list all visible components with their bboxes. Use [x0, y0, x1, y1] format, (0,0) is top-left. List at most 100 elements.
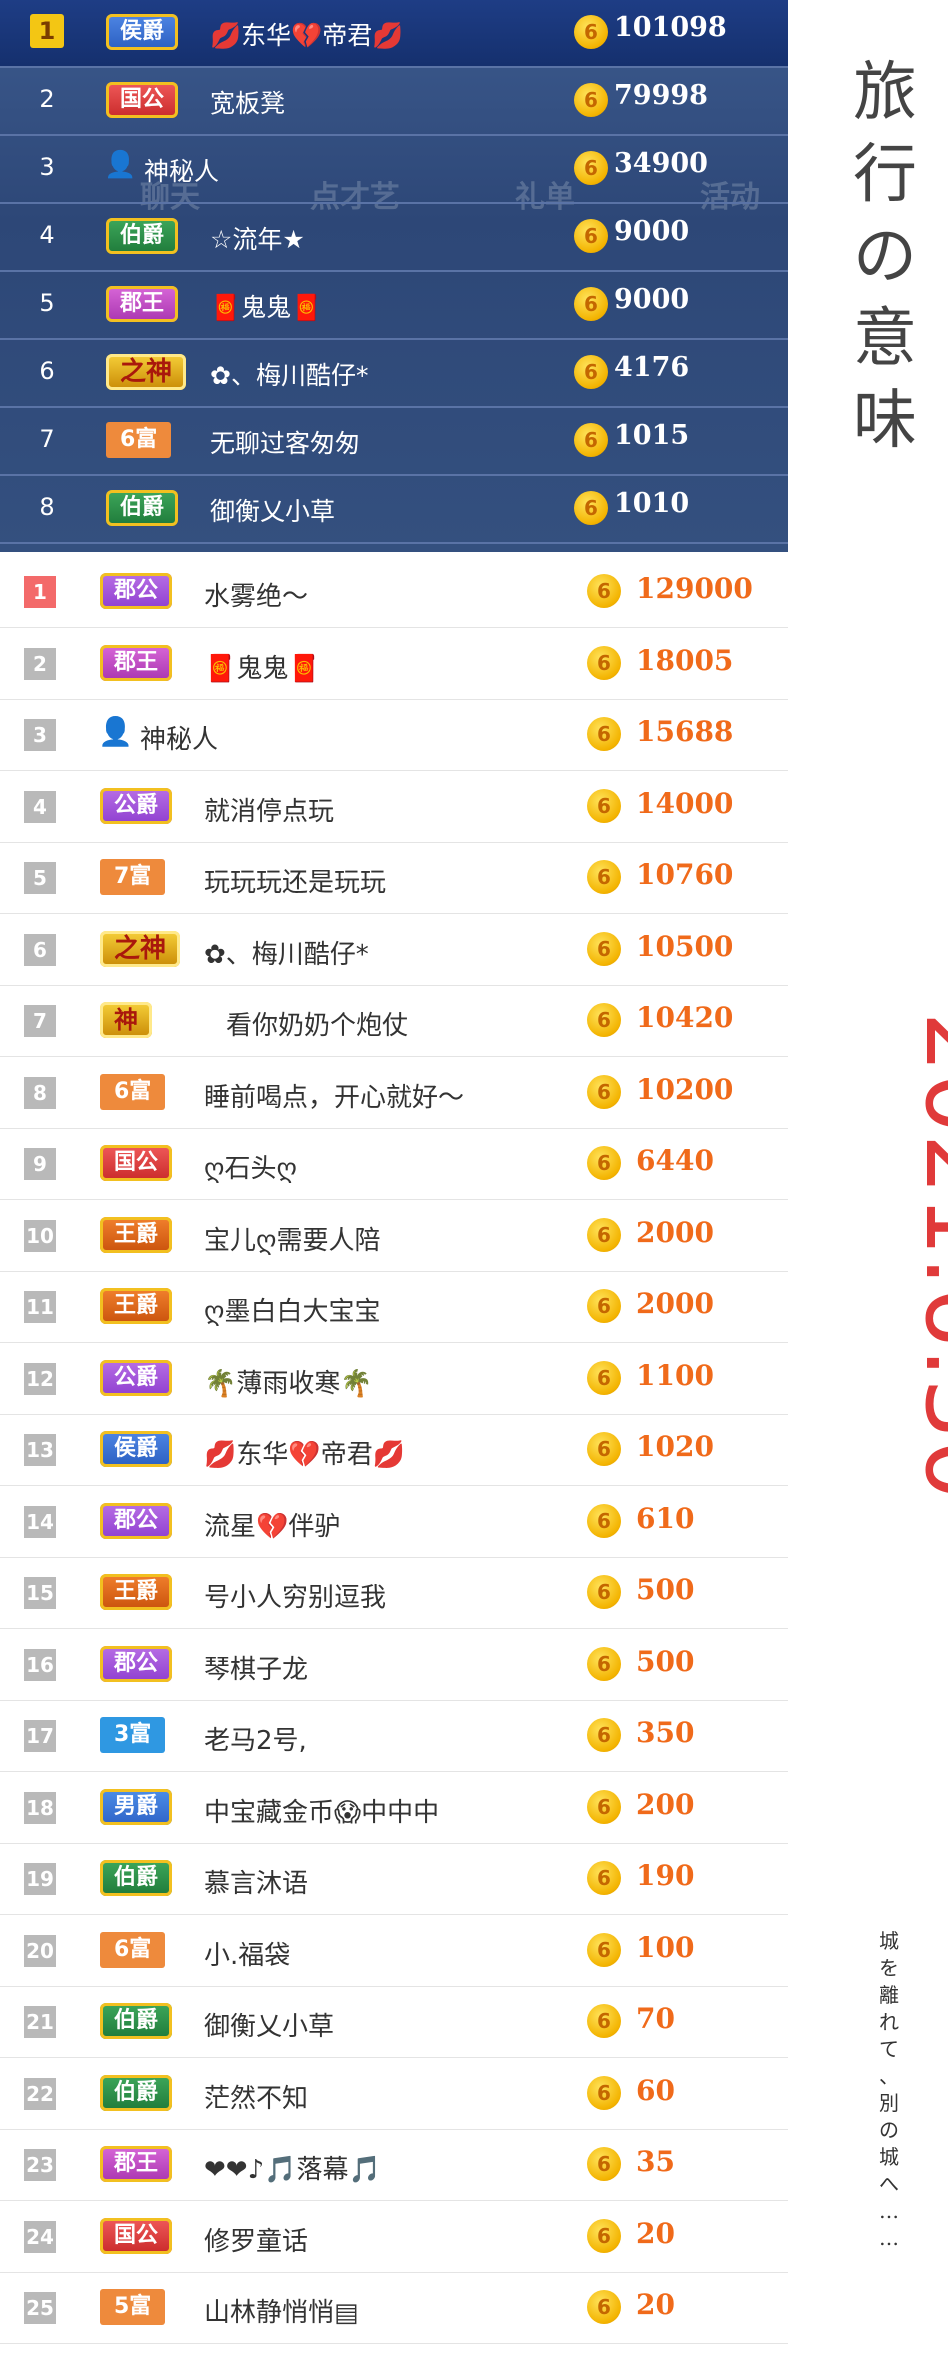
list-row[interactable]: 12 公爵 🌴薄雨收寒🌴 6 1100: [0, 1343, 788, 1415]
user-name: 宽板凳: [210, 89, 286, 118]
rank-badge: 7富: [100, 859, 166, 895]
user-name: 琴棋子龙: [204, 1654, 309, 1685]
rank-badge: 伯爵: [100, 1860, 173, 1896]
score-value: 9000: [614, 216, 690, 247]
list-row[interactable]: 16 郡公 琴棋子龙 6 500: [0, 1629, 788, 1701]
rank-number: 14: [24, 1505, 56, 1538]
coin-icon: 6: [587, 2290, 621, 2324]
user-name: 号小人穷别逗我: [204, 1583, 387, 1613]
score-value: 10200: [636, 1072, 734, 1106]
user-name: ☆流年★: [210, 225, 305, 254]
coin-icon: 6: [587, 1575, 621, 1609]
list-row[interactable]: 3 👤 神秘人 6 15688: [0, 699, 788, 771]
top-row[interactable]: 1 侯爵 💋东华💔帝君💋 6 101098: [0, 0, 788, 68]
rank-badge: 6富: [100, 1931, 166, 1968]
coin-icon: 6: [587, 1074, 621, 1109]
top-row[interactable]: 6 之神 ✿、梅川酷仔* 6 4176: [0, 340, 788, 408]
user-name: 玩玩玩还是玩玩: [204, 868, 387, 898]
list-row[interactable]: 9 国公 ღ石头ღ 6 6440: [0, 1128, 788, 1200]
list-row[interactable]: 7 神 看你奶奶个炮仗 6 10420: [0, 985, 788, 1057]
top-row[interactable]: 5 郡王 🧧鬼鬼🧧 6 9000: [0, 272, 788, 340]
rank-badge: 公爵: [100, 1359, 173, 1396]
coin-icon: 6: [587, 1003, 621, 1037]
top-row[interactable]: 8 伯爵 御衡乂小草 6 1010: [0, 476, 788, 544]
list-row[interactable]: 6 之神 ✿、梅川酷仔* 6 10500: [0, 914, 788, 986]
list-row[interactable]: 8 6富 睡前喝点，开心就好～ 6 10200: [0, 1057, 788, 1129]
coin-icon: 6: [587, 1289, 621, 1323]
list-row[interactable]: 14 郡公 流星💔伴驴 6 610: [0, 1486, 788, 1558]
rank-badge: 之神: [106, 354, 187, 390]
score-value: 35: [636, 2145, 675, 2178]
list-row[interactable]: 20 6富 小.福袋 6 100: [0, 1915, 788, 1987]
list-row[interactable]: 23 郡王 ❤❤♪🎵落幕🎵 6 35: [0, 2129, 788, 2201]
list-row[interactable]: 24 国公 修罗童话 6 20: [0, 2201, 788, 2273]
list-row[interactable]: 13 侯爵 💋东华💔帝君💋 6 1020: [0, 1414, 788, 1486]
score-value: 1010: [614, 488, 690, 519]
list-row[interactable]: 17 3富 老马2号, 6 350: [0, 1700, 788, 1772]
rank-badge: 国公: [100, 1145, 173, 1181]
rank-badge: 伯爵: [100, 2074, 173, 2111]
rank-badge: 郡公: [100, 1502, 173, 1539]
top-row[interactable]: 4 伯爵 ☆流年★ 6 9000: [0, 204, 788, 272]
score-value: 100: [636, 1930, 695, 1964]
list-row[interactable]: 1 郡公 水雾绝～ 6 129000: [0, 556, 788, 628]
user-name: ✿、梅川酷仔*: [210, 361, 369, 390]
list-row[interactable]: 18 男爵 中宝藏金币😱中中中 6 200: [0, 1772, 788, 1844]
list-row[interactable]: 11 王爵 ღ墨白白大宝宝 6 2000: [0, 1271, 788, 1343]
rank-number: 15: [24, 1577, 56, 1609]
coin-icon: 6: [587, 1432, 621, 1466]
top-row[interactable]: 2 国公 宽板凳 6 79998: [0, 68, 788, 136]
rank-number: 7: [24, 1005, 56, 1037]
coin-icon: 6: [574, 491, 608, 525]
score-value: 6440: [636, 1144, 714, 1177]
score-value: 2000: [636, 1287, 714, 1320]
list-row[interactable]: 25 5富 山林静悄悄▤ 6 20: [0, 2272, 788, 2344]
score-value: 190: [636, 1859, 695, 1892]
coin-icon: 6: [587, 574, 621, 608]
rank-number: 22: [24, 2077, 56, 2110]
user-name: 茫然不知: [204, 2083, 309, 2114]
list-row[interactable]: 10 王爵 宝儿ღ需要人陪 6 2000: [0, 1200, 788, 1272]
list-row[interactable]: 2 郡王 🧧鬼鬼🧧 6 18005: [0, 628, 788, 700]
list-row[interactable]: 22 伯爵 茫然不知 6 60: [0, 2058, 788, 2130]
rank-number: 7: [39, 425, 55, 453]
rank-badge: 伯爵: [106, 490, 179, 526]
list-row[interactable]: 5 7富 玩玩玩还是玩玩 6 10760: [0, 842, 788, 914]
rank-number: 9: [24, 1148, 56, 1180]
score-value: 1015: [614, 420, 690, 451]
list-row[interactable]: 4 公爵 就消停点玩 6 14000: [0, 771, 788, 843]
vertical-title: 旅行の意味: [853, 56, 917, 458]
rank-number: 18: [24, 1791, 56, 1824]
list-row[interactable]: 21 伯爵 御衡乂小草 6 70: [0, 1986, 788, 2058]
list-row[interactable]: 19 伯爵 慕言沐语 6 190: [0, 1843, 788, 1915]
coin-icon: 6: [587, 931, 621, 966]
rank-number: 5: [39, 289, 55, 317]
rank-badge: 之神: [100, 930, 181, 967]
user-name: 中宝藏金币😱中中中: [204, 1797, 440, 1828]
coin-icon: 6: [587, 860, 621, 894]
coin-icon: 6: [587, 1718, 621, 1752]
rank-number: 6: [39, 357, 55, 385]
top-row[interactable]: 7 6富 无聊过客匆匆 6 1015: [0, 408, 788, 476]
top-row[interactable]: 3 👤 神秘人 6 34900: [0, 136, 788, 204]
score-value: 14000: [636, 786, 734, 820]
rank-number: 19: [24, 1863, 56, 1895]
main-ranking-list: 1 郡公 水雾绝～ 6 129000 2 郡王 🧧鬼鬼🧧 6 18005 3 👤 神秘人 6 15688 4 公…: [0, 556, 788, 2361]
score-value: 610: [636, 1501, 695, 1535]
rank-badge: 国公: [100, 2217, 173, 2254]
rank-badge: 3富: [100, 1717, 166, 1753]
list-row[interactable]: 15 王爵 号小人穷别逗我 6 500: [0, 1557, 788, 1629]
score-value: 15688: [636, 715, 734, 748]
score-value: 500: [636, 1644, 695, 1678]
user-name: 💋东华💔帝君💋: [210, 21, 404, 50]
rank-badge: 郡王: [100, 2146, 173, 2182]
score-value: 101098: [614, 12, 727, 43]
rank-badge: 侯爵: [100, 1431, 173, 1467]
rank-badge: 郡王: [100, 644, 173, 681]
coin-icon: 6: [587, 1932, 621, 1967]
rank-number: 3: [24, 719, 56, 751]
user-name: 💋东华💔帝君💋: [204, 1440, 406, 1470]
coin-icon: 6: [574, 423, 608, 457]
coin-icon: 6: [587, 2218, 621, 2253]
coin-icon: 6: [574, 219, 608, 253]
